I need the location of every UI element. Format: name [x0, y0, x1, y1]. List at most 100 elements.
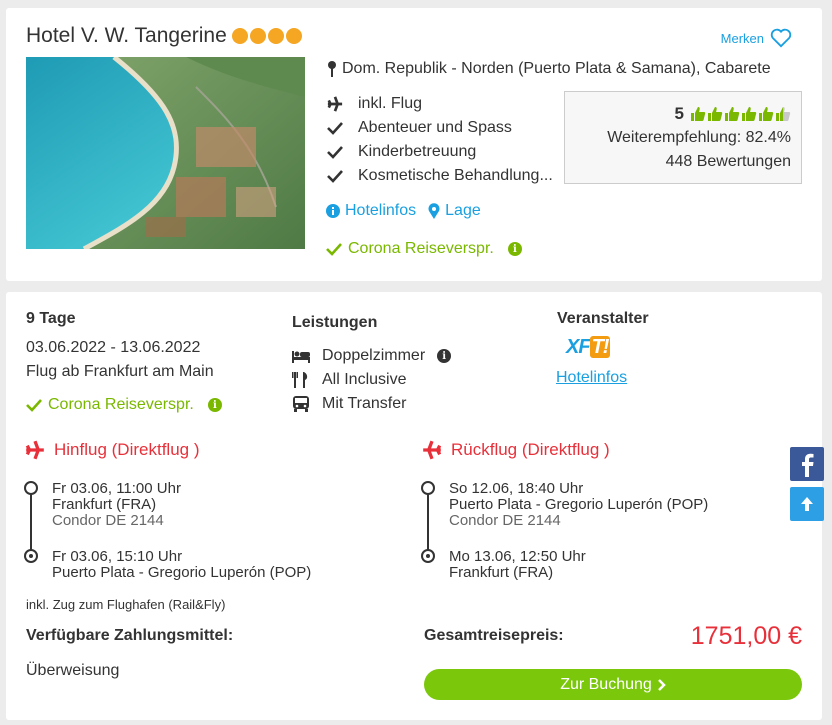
rating-box[interactable]: 5 Weiterempfehlung: 82.4% 448 Bewertunge…: [564, 91, 802, 184]
bus-icon: [293, 396, 309, 412]
check-icon: [326, 169, 344, 183]
dep-airport: Puerto Plata - Gregorio Luperón (POP): [449, 496, 709, 513]
trip-dates: 03.06.2022 - 13.06.2022: [26, 339, 201, 356]
leistung-label: Mit Transfer: [322, 395, 407, 412]
plane-icon: [326, 96, 344, 112]
corona-label: Corona Reiseverspr.: [48, 396, 194, 413]
hotelinfos-label: Hotelinfos: [345, 202, 417, 219]
lage-link[interactable]: Lage: [428, 202, 481, 220]
airline: Condor DE 2144: [52, 512, 164, 529]
feature-label: Abenteuer und Spass: [358, 119, 512, 136]
merken-label: Merken: [720, 30, 764, 46]
star-icon: [267, 28, 284, 44]
lage-label: Lage: [445, 202, 481, 219]
feature-item: Kinderbetreuung: [326, 140, 553, 164]
leistungen-title: Leistungen: [292, 314, 378, 331]
feature-label: Kosmetische Behandlung...: [358, 167, 553, 184]
corona-label: Corona Reiseverspr.: [348, 240, 494, 257]
thumb-up-icon: [708, 107, 723, 121]
thumb-up-icon: [776, 107, 791, 121]
check-icon: [26, 399, 42, 412]
arr-airport: Frankfurt (FRA): [449, 564, 554, 581]
facebook-share-button[interactable]: [790, 447, 824, 481]
facebook-icon: [802, 453, 814, 477]
airline: Condor DE 2144: [449, 512, 561, 529]
hinflug-header: Hinflug (Direktflug ): [24, 440, 200, 460]
leistung-label: All Inclusive: [322, 371, 407, 388]
heart-icon: [770, 28, 792, 48]
thumb-up-icon: [759, 107, 774, 121]
star-icon: [249, 28, 266, 44]
offer-card: 9 Tage 03.06.2022 - 13.06.2022 Flug ab F…: [6, 292, 822, 720]
hotelinfos-link[interactable]: Hotelinfos: [326, 202, 416, 220]
reviews-count: 448 Bewertungen: [665, 153, 791, 170]
check-icon: [326, 145, 344, 159]
thumb-up-icon: [742, 107, 757, 121]
plane-return-icon: [423, 440, 442, 460]
hotel-links: Hotelinfos Lage: [326, 202, 481, 220]
thumb-up-icon: [691, 107, 706, 121]
leistung-label: Doppelzimmer: [322, 347, 426, 364]
booking-label: Zur Buchung: [560, 675, 652, 693]
info-icon[interactable]: i: [207, 398, 222, 412]
arrow-up-icon: [801, 497, 813, 511]
bed-icon: [292, 351, 310, 363]
hinflug-title: Hinflug (Direktflug ): [54, 440, 200, 459]
dep-time: So 12.06, 18:40 Uhr: [449, 480, 584, 497]
thumbs-rating: [690, 106, 791, 122]
offer-corona-promise[interactable]: Corona Reiseverspr. i: [26, 396, 222, 414]
timeline-line: [427, 491, 429, 557]
feature-label: Kinderbetreuung: [358, 143, 477, 160]
hotel-stars: [231, 28, 302, 44]
dep-airport: Frankfurt (FRA): [52, 496, 157, 513]
leistung-item: All Inclusive: [292, 368, 451, 392]
check-icon: [326, 121, 344, 135]
chevron-right-icon: [657, 678, 666, 691]
hinflug-arrival: Fr 03.06, 15:10 Uhr Puerto Plata - Grego…: [52, 549, 311, 581]
payment-method: Überweisung: [26, 662, 120, 679]
timeline-end-dot: [421, 549, 435, 563]
info-icon[interactable]: i: [507, 242, 522, 256]
hotel-image[interactable]: [26, 57, 305, 249]
hotel-location: Dom. Republik - Norden (Puerto Plata & S…: [326, 60, 771, 78]
rueckflug-departure: So 12.06, 18:40 Uhr Puerto Plata - Grego…: [449, 481, 708, 529]
location-text: Dom. Republik - Norden (Puerto Plata & S…: [342, 60, 771, 77]
hotel-name[interactable]: Hotel V. W. Tangerine: [26, 24, 227, 48]
total-price: 1751,00 €: [690, 622, 802, 650]
recommendation-text: Weiterempfehlung: 82.4%: [607, 129, 791, 146]
arr-airport: Puerto Plata - Gregorio Luperón (POP): [52, 564, 312, 581]
corona-promise[interactable]: Corona Reiseverspr. i: [326, 240, 522, 258]
veranstalter-hotelinfos-link[interactable]: Hotelinfos: [556, 369, 627, 387]
timeline-end-dot: [24, 549, 38, 563]
timeline-line: [30, 491, 32, 557]
plane-departure-icon: [25, 440, 44, 460]
feature-item: Abenteuer und Spass: [326, 116, 553, 140]
hinflug-departure: Fr 03.06, 11:00 Uhr Frankfurt (FRA) Cond…: [52, 481, 181, 529]
booking-button[interactable]: Zur Buchung: [424, 669, 802, 700]
leistung-item: Mit Transfer: [292, 392, 451, 416]
star-icon: [285, 28, 302, 44]
feature-item: inkl. Flug: [326, 92, 553, 116]
thumb-up-icon: [725, 107, 740, 121]
scroll-top-button[interactable]: [790, 487, 824, 521]
rueckflug-header: Rückflug (Direktflug ): [421, 440, 610, 460]
hotel-title-row: Hotel V. W. Tangerine: [26, 24, 302, 48]
feature-list: inkl. Flug Abenteuer und Spass Kinderbet…: [326, 92, 553, 188]
cutlery-icon: [292, 372, 308, 388]
rail-fly-note: inkl. Zug zum Flughafen (Rail&Fly): [26, 597, 226, 612]
timeline-start-dot: [24, 481, 38, 495]
merken-button[interactable]: Merken: [721, 28, 792, 48]
payment-title: Verfügbare Zahlungsmittel:: [26, 627, 234, 644]
arr-time: Fr 03.06, 15:10 Uhr: [52, 548, 183, 565]
arr-time: Mo 13.06, 12:50 Uhr: [449, 548, 586, 565]
feature-item: Kosmetische Behandlung...: [326, 164, 553, 188]
info-icon[interactable]: i: [437, 349, 452, 363]
score-row: 5: [565, 102, 791, 126]
rueckflug-timeline: So 12.06, 18:40 Uhr Puerto Plata - Grego…: [421, 481, 801, 581]
leistung-item: Doppelzimmer i: [292, 344, 452, 368]
veranstalter-logo: XF T!: [566, 336, 611, 358]
dep-time: Fr 03.06, 11:00 Uhr: [52, 480, 181, 497]
rueckflug-title: Rückflug (Direktflug ): [451, 440, 610, 459]
hotel-card: Hotel V. W. Tangerine Merken Dom. Republ…: [6, 8, 822, 281]
leistungen-list: Doppelzimmer i All Inclusive Mit Transfe…: [292, 344, 452, 416]
